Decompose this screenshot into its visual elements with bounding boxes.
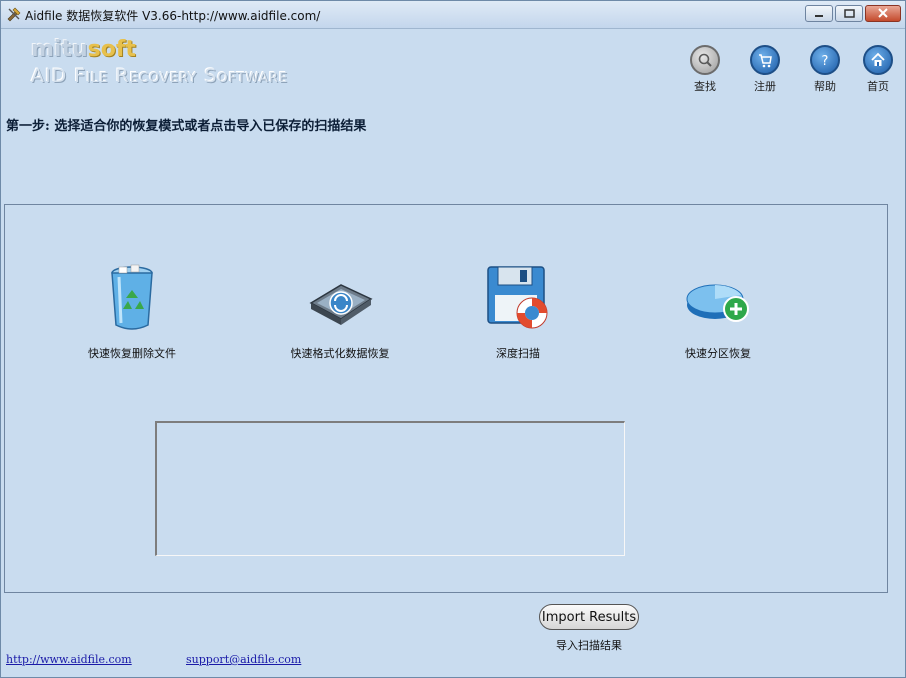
app-window: Aidfile 数据恢复软件 V3.66-http://www.aidfile.… (0, 0, 906, 678)
description-box (155, 421, 625, 556)
minimize-icon (815, 15, 823, 17)
app-tools-icon (7, 7, 21, 22)
window-controls (805, 5, 901, 23)
help-icon: ? (822, 54, 829, 69)
close-icon (878, 8, 888, 18)
maximize-icon (844, 9, 855, 18)
nav-home-label: 首页 (867, 80, 889, 93)
svg-text:?: ? (822, 54, 829, 69)
nav-home-button[interactable]: 首页 (858, 45, 898, 94)
nav-search-button[interactable]: 查找 (685, 45, 725, 94)
cart-icon (759, 54, 772, 68)
support-email-link[interactable]: support@aidfile.com (186, 653, 301, 666)
mode-quick-undelete-label: 快速恢复删除文件 (88, 347, 176, 360)
drive-refresh-icon (309, 284, 373, 325)
nav-help-button[interactable]: ? 帮助 (805, 45, 845, 94)
mode-partition-recovery-label: 快速分区恢复 (685, 347, 751, 360)
recycle-bin-icon (111, 264, 153, 330)
import-results-caption: 导入扫描结果 (556, 639, 622, 652)
nav-register-label: 注册 (754, 80, 776, 93)
mode-partition-recovery[interactable]: 快速分区恢复 (668, 263, 768, 361)
mode-format-recovery[interactable]: 快速格式化数据恢复 (275, 263, 405, 361)
website-link[interactable]: http://www.aidfile.com (6, 653, 132, 666)
title-bar[interactable]: Aidfile 数据恢复软件 V3.66-http://www.aidfile.… (1, 1, 905, 29)
home-icon (871, 52, 885, 66)
recovery-mode-panel: 快速恢复删除文件 快速格式化数据恢复 深度扫描 快速分区恢复 (4, 204, 888, 593)
close-button[interactable] (865, 5, 901, 22)
partition-add-icon (686, 284, 749, 322)
minimize-button[interactable] (805, 5, 833, 22)
import-results-button[interactable]: Import Results (539, 604, 639, 630)
floppy-lifebuoy-icon (487, 266, 548, 329)
mode-quick-undelete[interactable]: 快速恢复删除文件 (67, 263, 197, 361)
top-navigation: 查找 注册 ? 帮助 首页 (1, 45, 906, 95)
mode-deep-scan[interactable]: 深度扫描 (468, 263, 568, 361)
maximize-button[interactable] (835, 5, 863, 22)
mode-deep-scan-label: 深度扫描 (496, 347, 540, 360)
mode-format-recovery-label: 快速格式化数据恢复 (290, 347, 390, 360)
search-icon (698, 53, 712, 67)
step-instruction: 第一步: 选择适合你的恢复模式或者点击导入已保存的扫描结果 (6, 119, 367, 134)
nav-search-label: 查找 (694, 80, 716, 93)
nav-register-button[interactable]: 注册 (745, 45, 785, 94)
nav-help-label: 帮助 (814, 80, 836, 93)
window-title: Aidfile 数据恢复软件 V3.66-http://www.aidfile.… (25, 9, 321, 23)
